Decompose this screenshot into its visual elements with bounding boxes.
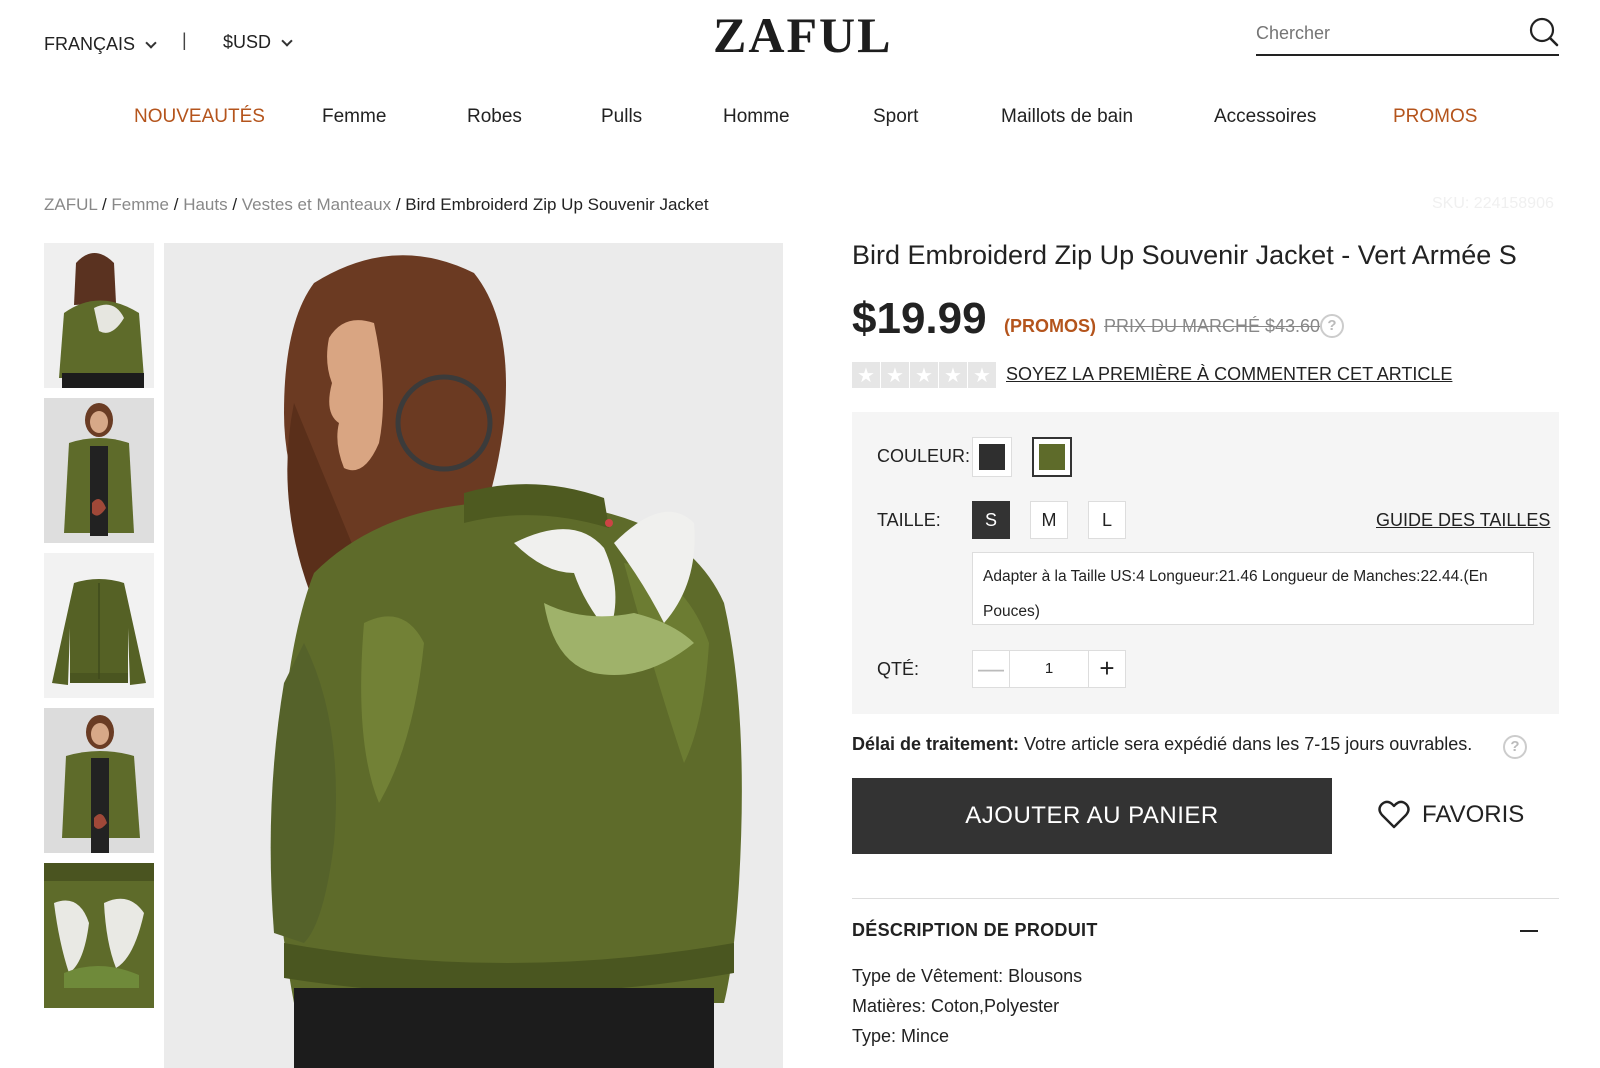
- language-selector[interactable]: FRANÇAIS: [44, 34, 157, 55]
- breadcrumb-hauts[interactable]: Hauts: [183, 195, 227, 214]
- nav-item-femme[interactable]: Femme: [322, 106, 386, 128]
- breadcrumb: ZAFUL / Femme / Hauts / Vestes et Mantea…: [44, 195, 709, 214]
- promo-tag: (PROMOS): [1004, 316, 1096, 336]
- processing-time-label: Délai de traitement:: [852, 734, 1020, 754]
- breadcrumb-current: Bird Embroiderd Zip Up Souvenir Jacket: [405, 195, 709, 214]
- chevron-down-icon: [281, 34, 293, 47]
- search-icon[interactable]: [1527, 16, 1559, 48]
- star-icon: ★: [881, 362, 909, 388]
- star-icon: ★: [939, 362, 967, 388]
- size-guide-link[interactable]: GUIDE DES TAILLES: [1376, 510, 1550, 531]
- qty-decrease-button[interactable]: —: [972, 650, 1010, 688]
- nav-item-accessoires[interactable]: Accessoires: [1214, 106, 1316, 128]
- processing-time-text: Votre article sera expédié dans les 7-15…: [1019, 734, 1473, 754]
- star-icon: ★: [852, 362, 880, 388]
- description-line: Matières: Coton,Polyester: [852, 996, 1060, 1016]
- star-icon: ★: [910, 362, 938, 388]
- nav-item-pulls[interactable]: Pulls: [601, 106, 642, 128]
- search-box: [1256, 14, 1559, 56]
- nav-item-homme[interactable]: Homme: [723, 106, 790, 128]
- nav-item-maillots[interactable]: Maillots de bain: [1001, 106, 1133, 128]
- nav-item-sport[interactable]: Sport: [873, 106, 918, 128]
- divider: [852, 898, 1559, 899]
- favorites-button[interactable]: FAVORIS: [1378, 800, 1524, 830]
- market-price: PRIX DU MARCHÉ $43.60: [1104, 316, 1321, 336]
- product-thumbnail-image: [44, 553, 154, 698]
- main-product-image[interactable]: [164, 243, 783, 1068]
- product-thumbnail-image: [44, 708, 154, 853]
- heart-icon: [1378, 800, 1410, 829]
- chevron-down-icon: [145, 36, 157, 49]
- site-logo[interactable]: ZAFUL: [713, 6, 892, 64]
- qty-label: QTÉ:: [877, 659, 920, 679]
- write-review-link[interactable]: SOYEZ LA PREMIÈRE À COMMENTER CET ARTICL…: [1006, 364, 1452, 385]
- search-input[interactable]: [1256, 14, 1506, 52]
- currency-label: $USD: [223, 32, 272, 52]
- product-title: Bird Embroiderd Zip Up Souvenir Jacket -…: [852, 240, 1517, 270]
- product-photo: [164, 243, 783, 1068]
- size-info-box: Adapter à la Taille US:4 Longueur:21.46 …: [972, 552, 1534, 625]
- breadcrumb-vestes[interactable]: Vestes et Manteaux: [242, 195, 391, 214]
- product-price: $19.99: [852, 294, 987, 343]
- processing-time: Délai de traitement: Votre article sera …: [852, 734, 1472, 755]
- nav-item-nouveautes[interactable]: NOUVEAUTÉS: [134, 106, 265, 128]
- size-option-s[interactable]: S: [972, 501, 1010, 539]
- color-swatch-army-green[interactable]: [1032, 437, 1072, 477]
- description-line: Type: Mince: [852, 1026, 950, 1046]
- rating-stars: ★ ★ ★ ★ ★: [852, 362, 996, 388]
- breadcrumb-femme[interactable]: Femme: [111, 195, 169, 214]
- add-to-cart-button[interactable]: AJOUTER AU PANIER: [852, 778, 1332, 854]
- qty-increase-button[interactable]: +: [1088, 650, 1126, 688]
- description-line: Type de Vêtement: Blousons: [852, 966, 1083, 986]
- product-thumbnail-image: [44, 243, 154, 388]
- nav-item-robes[interactable]: Robes: [467, 106, 522, 128]
- sku-label: SKU: 224158906: [1432, 195, 1554, 212]
- product-thumbnail-image: [44, 398, 154, 543]
- size-option-l[interactable]: L: [1088, 501, 1126, 539]
- description-heading[interactable]: DÉSCRIPTION DE PRODUIT: [852, 920, 1098, 941]
- size-option-m[interactable]: M: [1030, 501, 1068, 539]
- qty-input[interactable]: 1: [1010, 650, 1088, 688]
- product-thumbnail-image: [44, 863, 154, 1008]
- size-label: TAILLE:: [877, 510, 941, 530]
- language-label: FRANÇAIS: [44, 34, 136, 54]
- thumbnail-4[interactable]: [44, 708, 154, 853]
- thumbnail-3[interactable]: [44, 553, 154, 698]
- help-icon[interactable]: ?: [1503, 735, 1527, 759]
- color-label: COULEUR:: [877, 446, 971, 466]
- header-separator: |: [182, 30, 187, 50]
- thumbnail-5[interactable]: [44, 863, 154, 1008]
- color-swatch-black[interactable]: [972, 437, 1012, 477]
- help-icon[interactable]: ?: [1320, 314, 1344, 338]
- currency-selector[interactable]: $USD: [223, 32, 293, 53]
- main-nav: NOUVEAUTÉS Femme Robes Pulls Homme Sport…: [0, 106, 1600, 132]
- breadcrumb-zaful[interactable]: ZAFUL: [44, 195, 97, 214]
- star-icon: ★: [968, 362, 996, 388]
- nav-item-promos[interactable]: PROMOS: [1393, 106, 1477, 128]
- collapse-icon[interactable]: [1520, 930, 1538, 932]
- thumbnail-2[interactable]: [44, 398, 154, 543]
- thumbnail-1[interactable]: [44, 243, 154, 388]
- favorites-label: FAVORIS: [1422, 801, 1525, 828]
